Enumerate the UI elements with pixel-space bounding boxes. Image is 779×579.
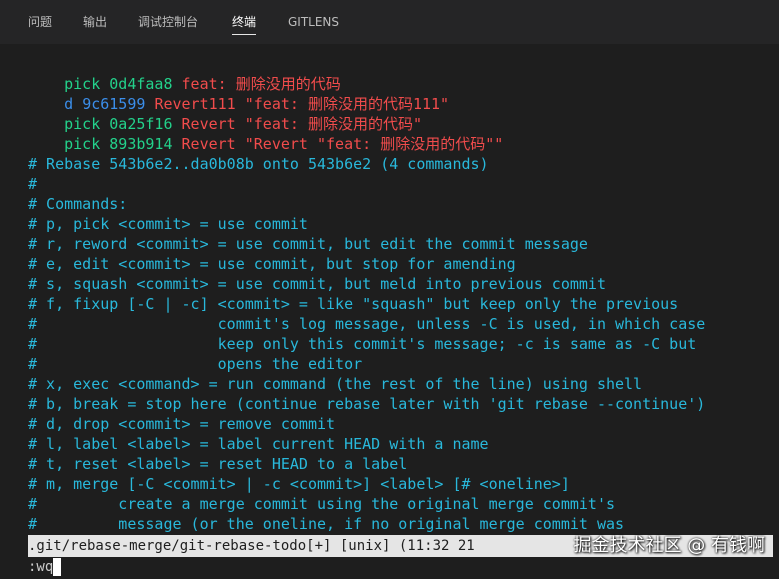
comment-line: # s, squash <commit> = use commit, but m… xyxy=(28,275,606,293)
todo-hash: 0d4faa8 xyxy=(109,75,173,93)
panel-tab-bar: 问题 输出 调试控制台 终端 GITLENS xyxy=(0,0,779,44)
comment-line: # p, pick <commit> = use commit xyxy=(28,215,308,233)
todo-hash: 893b914 xyxy=(109,135,173,153)
comment-line: # Rebase 543b6e2..da0b08b onto 543b6e2 (… xyxy=(28,155,489,173)
comment-line: # f, fixup [-C | -c] <commit> = like "sq… xyxy=(28,295,679,313)
command-text: :wq xyxy=(28,559,54,575)
comment-line: # commit's log message, unless -C is use… xyxy=(28,315,706,333)
todo-message: Revert111 "feat: 删除没用的代码111" xyxy=(154,95,450,113)
todo-message: feat: 删除没用的代码 xyxy=(181,75,341,93)
comment-line: # b, break = stop here (continue rebase … xyxy=(28,395,706,413)
terminal-content[interactable]: pick 0d4faa8 feat: 删除没用的代码 d 9c61599 Rev… xyxy=(28,54,773,534)
todo-line: pick 0d4faa8 feat: 删除没用的代码 xyxy=(28,54,773,93)
tab-debug-console[interactable]: 调试控制台 xyxy=(138,13,198,35)
vim-command-line[interactable]: :wq xyxy=(28,557,62,577)
todo-action: pick xyxy=(64,135,101,153)
watermark: 掘金技术社区 @ 有钱啊 xyxy=(573,535,765,556)
comment-line: # x, exec <command> = run command (the r… xyxy=(28,375,643,393)
comment-line: # xyxy=(28,175,38,193)
todo-action: pick xyxy=(64,75,101,93)
tab-output[interactable]: 输出 xyxy=(83,13,107,35)
comment-line: # create a merge commit using the origin… xyxy=(28,495,615,513)
comment-line: # t, reset <label> = reset HEAD to a lab… xyxy=(28,455,408,473)
comment-line: # m, merge [-C <commit> | -c <commit>] <… xyxy=(28,475,570,493)
todo-action: pick xyxy=(64,115,101,133)
todo-hash: 9c61599 xyxy=(82,95,146,113)
comment-line: # e, edit <commit> = use commit, but sto… xyxy=(28,255,516,273)
todo-message: Revert "Revert "feat: 删除没用的代码"" xyxy=(181,135,504,153)
comment-line: # Commands: xyxy=(28,195,128,213)
comment-line: # keep only this commit's message; -c is… xyxy=(28,335,697,353)
tab-gitlens[interactable]: GITLENS xyxy=(288,13,339,35)
todo-hash: 0a25f16 xyxy=(109,115,173,133)
text-cursor xyxy=(53,558,62,576)
comment-line: # message (or the oneline, if no origina… xyxy=(28,515,625,533)
tab-problems[interactable]: 问题 xyxy=(28,13,52,35)
comment-line: # d, drop <commit> = remove commit xyxy=(28,415,336,433)
todo-message: Revert "feat: 删除没用的代码" xyxy=(181,115,422,133)
tab-terminal[interactable]: 终端 xyxy=(232,13,257,35)
comment-line: # r, reword <commit> = use commit, but e… xyxy=(28,235,588,253)
todo-action: d xyxy=(64,95,74,113)
comment-line: # l, label <label> = label current HEAD … xyxy=(28,435,489,453)
comment-line: # opens the editor xyxy=(28,355,363,373)
